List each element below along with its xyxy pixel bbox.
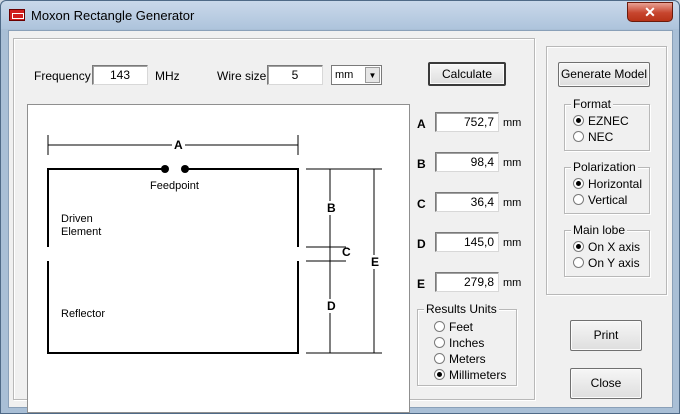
radio-nec-label: NEC	[588, 130, 614, 144]
feedpoint-label: Feedpoint	[150, 180, 199, 192]
radio-on-x-axis-circle[interactable]	[573, 241, 584, 252]
format-groupbox: Format EZNEC NEC	[564, 97, 650, 151]
window-close-button[interactable]: ✕	[627, 2, 673, 22]
radio-eznec-circle[interactable]	[573, 115, 584, 126]
radio-millimeters-circle[interactable]	[434, 369, 445, 380]
radio-feet-label: Feet	[449, 320, 474, 334]
app-window: Moxon Rectangle Generator ✕ Frequency 14…	[0, 0, 680, 414]
radio-inches-circle[interactable]	[434, 337, 445, 348]
wire-unit-select[interactable]: mm ▼	[331, 65, 382, 85]
antenna-app-icon	[9, 9, 25, 21]
calculate-button[interactable]: Calculate	[428, 62, 506, 86]
radio-millimeters-label: Millimeters	[449, 368, 507, 382]
dimension-e-label: E	[370, 255, 381, 269]
result-e-label: E	[417, 277, 426, 291]
result-c-value: 36,4	[435, 192, 499, 212]
radio-horizontal-label: Horizontal	[588, 177, 643, 191]
driven-element-label-1: Driven	[61, 213, 93, 225]
frequency-label: Frequency	[34, 69, 91, 83]
result-d-label: D	[417, 237, 426, 251]
radio-vertical-label: Vertical	[588, 193, 628, 207]
result-a-label: A	[417, 117, 426, 131]
result-e-value: 279,8	[435, 272, 499, 292]
result-b-unit: mm	[503, 157, 522, 169]
results-units-groupbox: Results Units Feet Inches Meters Millime…	[417, 302, 517, 386]
radio-eznec[interactable]: EZNEC	[573, 114, 629, 128]
radio-nec[interactable]: NEC	[573, 130, 613, 144]
polarization-groupbox: Polarization Horizontal Vertical	[564, 160, 650, 214]
radio-meters-circle[interactable]	[434, 353, 445, 364]
frequency-input[interactable]: 143	[92, 65, 148, 85]
radio-horizontal[interactable]: Horizontal	[573, 177, 642, 191]
result-e-unit: mm	[503, 277, 522, 289]
result-a-value: 752,7	[435, 112, 499, 132]
reflector-label: Reflector	[61, 308, 106, 320]
radio-millimeters[interactable]: Millimeters	[434, 368, 506, 382]
result-b-value: 98,4	[435, 152, 499, 172]
radio-nec-circle[interactable]	[573, 131, 584, 142]
dimension-d-label: D	[326, 299, 337, 313]
result-c-label: C	[417, 197, 426, 211]
result-b-label: B	[417, 157, 426, 171]
print-button[interactable]: Print	[570, 320, 642, 351]
wire-unit-value: mm	[335, 69, 354, 81]
generate-model-button[interactable]: Generate Model	[558, 62, 650, 87]
polarization-title: Polarization	[571, 160, 638, 174]
radio-inches[interactable]: Inches	[434, 336, 484, 350]
result-c-unit: mm	[503, 197, 522, 209]
dimension-b-label: B	[326, 201, 337, 215]
radio-inches-label: Inches	[449, 336, 485, 350]
result-a-unit: mm	[503, 117, 522, 129]
radio-vertical-circle[interactable]	[573, 194, 584, 205]
result-d-unit: mm	[503, 237, 522, 249]
model-groupbox: Generate Model Format EZNEC NEC Polariza…	[546, 46, 667, 295]
radio-feet[interactable]: Feet	[434, 320, 473, 334]
results-units-title: Results Units	[424, 302, 499, 316]
frequency-unit: MHz	[155, 69, 180, 83]
radio-feet-circle[interactable]	[434, 321, 445, 332]
chevron-down-icon[interactable]: ▼	[365, 67, 380, 83]
radio-on-y-axis[interactable]: On Y axis	[573, 256, 640, 270]
window-title: Moxon Rectangle Generator	[31, 8, 195, 23]
radio-horizontal-circle[interactable]	[573, 178, 584, 189]
wire-size-input[interactable]: 5	[267, 65, 323, 85]
wire-size-label: Wire size	[217, 69, 267, 83]
radio-meters-label: Meters	[449, 352, 486, 366]
result-d-value: 145,0	[435, 232, 499, 252]
format-title: Format	[571, 97, 614, 111]
dimension-c-label: C	[342, 245, 351, 259]
moxon-diagram: A Feedpoint Driven Element Reflector B C…	[27, 104, 410, 413]
radio-meters[interactable]: Meters	[434, 352, 486, 366]
client-area: Frequency 143 MHz Wire size 5 mm ▼ Calcu…	[8, 30, 673, 413]
driven-element-label-2: Element	[61, 226, 102, 238]
title-bar[interactable]: Moxon Rectangle Generator ✕	[1, 1, 679, 29]
radio-vertical[interactable]: Vertical	[573, 193, 627, 207]
radio-on-x-axis[interactable]: On X axis	[573, 240, 640, 254]
diagram-drawing	[47, 135, 382, 354]
dimension-a-label: A	[172, 138, 185, 152]
main-lobe-title: Main lobe	[571, 223, 628, 237]
main-lobe-groupbox: Main lobe On X axis On Y axis	[564, 223, 650, 277]
radio-eznec-label: EZNEC	[588, 114, 629, 128]
radio-on-y-axis-circle[interactable]	[573, 257, 584, 268]
close-button[interactable]: Close	[570, 368, 642, 399]
radio-on-x-axis-label: On X axis	[588, 240, 641, 254]
radio-on-y-axis-label: On Y axis	[588, 256, 640, 270]
